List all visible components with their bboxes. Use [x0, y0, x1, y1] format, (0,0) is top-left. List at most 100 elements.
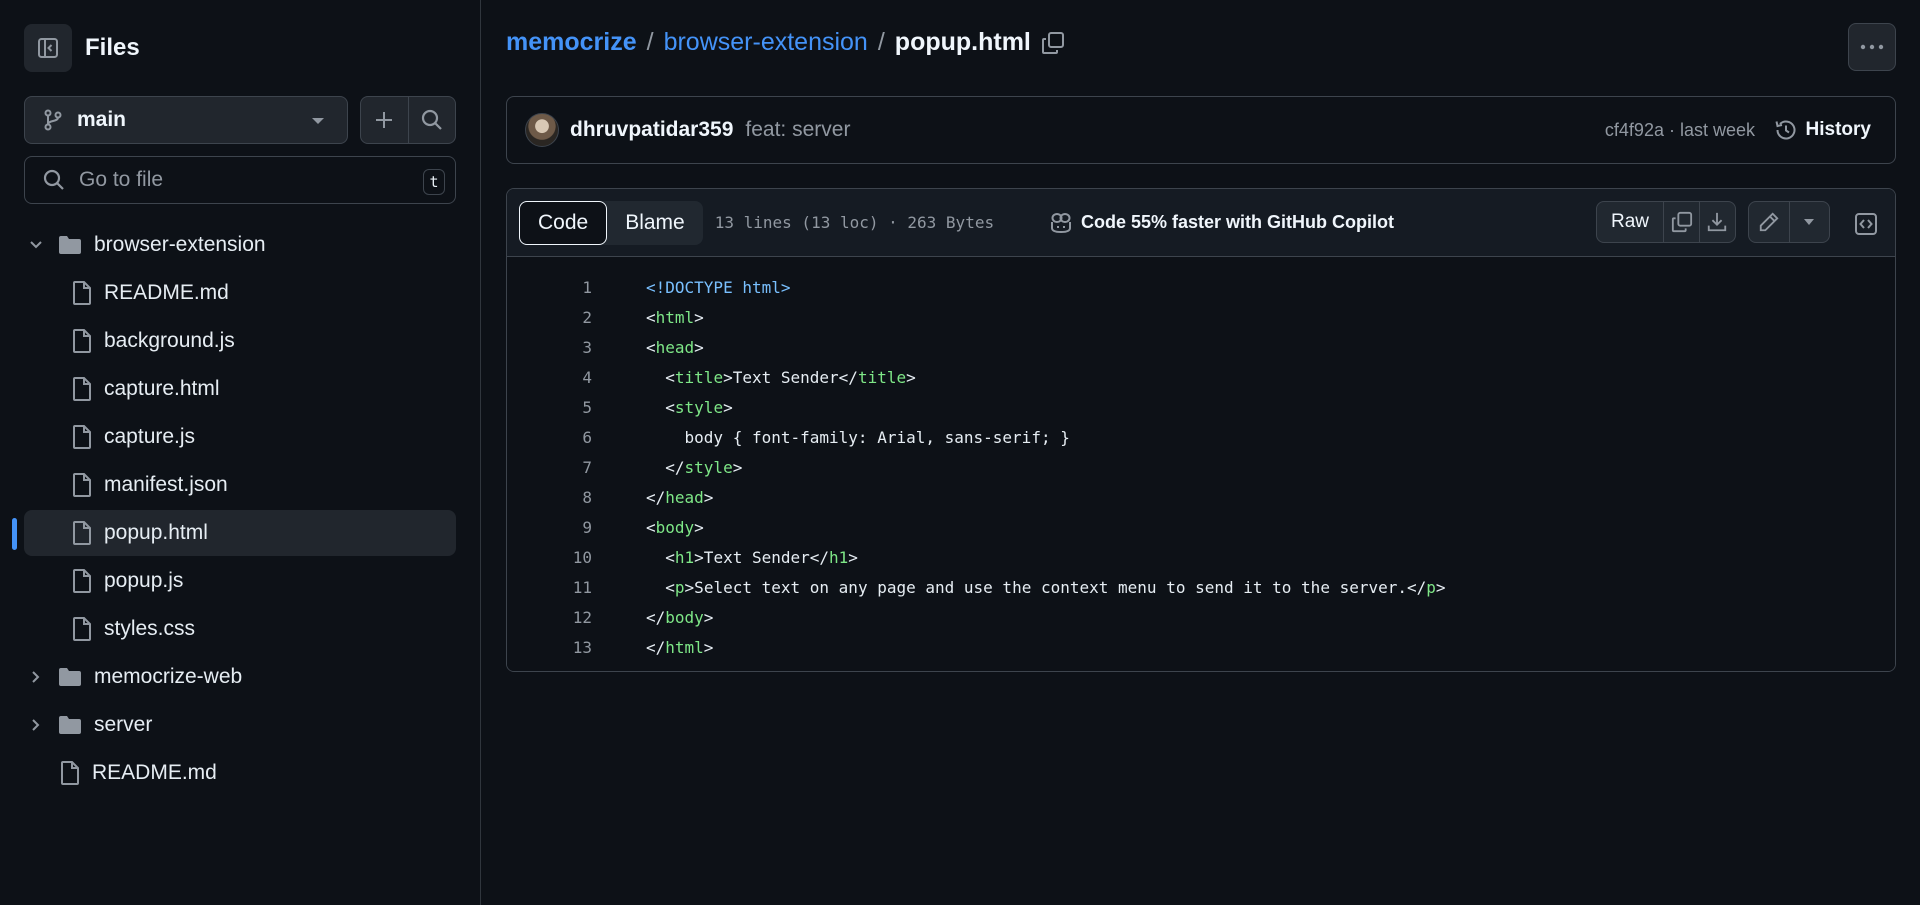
commit-hash-and-time[interactable]: cf4f92a · last week — [1605, 120, 1755, 141]
code-token: </ — [646, 607, 666, 627]
pencil-icon — [1759, 212, 1779, 232]
breadcrumb-repo-link[interactable]: browser-extension — [664, 28, 868, 57]
copilot-icon — [1051, 212, 1071, 233]
tree-item-root-readme[interactable]: README.md — [24, 750, 456, 796]
code-line: 5 <style> — [507, 392, 1895, 422]
line-number[interactable]: 8 — [507, 488, 592, 507]
file-icon — [73, 617, 91, 641]
tree-item-popup-html[interactable]: popup.html — [24, 510, 456, 556]
breadcrumb-owner-link[interactable]: memocrize — [506, 28, 637, 57]
copy-path-button[interactable] — [1041, 31, 1065, 55]
tree-item-manifest-json[interactable]: manifest.json — [24, 462, 456, 508]
line-number[interactable]: 11 — [507, 578, 592, 597]
symbols-panel-button[interactable] — [1848, 206, 1884, 242]
collapse-sidebar-button[interactable] — [24, 24, 72, 72]
tree-item-memocrize-web[interactable]: memocrize-web — [24, 654, 456, 700]
tree-item-browser-extension[interactable]: browser-extension — [24, 222, 456, 268]
code-line: 6 body { font-family: Arial, sans-serif;… — [507, 422, 1895, 452]
code-token: > — [694, 517, 704, 537]
edit-file-button[interactable] — [1749, 202, 1789, 242]
tree-item-label: popup.html — [104, 521, 208, 544]
commit-author-link[interactable]: dhruvpatidar359 — [570, 118, 733, 142]
tree-item-capture-js[interactable]: capture.js — [24, 414, 456, 460]
line-number[interactable]: 10 — [507, 548, 592, 567]
file-icon — [73, 521, 91, 545]
code-token: style — [674, 397, 724, 417]
code-token: > — [694, 307, 704, 327]
code-line: 10 <h1>Text Sender</h1> — [507, 542, 1895, 572]
code-token: > — [703, 487, 714, 507]
plus-icon — [376, 112, 393, 128]
edit-options-dropdown[interactable] — [1788, 202, 1829, 242]
tree-item-capture-html[interactable]: capture.html — [24, 366, 456, 412]
line-number[interactable]: 13 — [507, 638, 592, 657]
code-line: 7 </style> — [507, 452, 1895, 482]
raw-copy-download-group: Raw — [1596, 201, 1736, 243]
line-number[interactable]: 5 — [507, 398, 592, 417]
raw-label: Raw — [1611, 211, 1650, 232]
history-button[interactable]: History — [1774, 118, 1871, 142]
code-token: p — [1426, 577, 1436, 597]
line-number[interactable]: 9 — [507, 518, 592, 537]
latest-commit-bar: dhruvpatidar359 feat: server cf4f92a · l… — [506, 96, 1896, 164]
commit-message-link[interactable]: feat: server — [745, 118, 850, 142]
tab-code[interactable]: Code — [519, 200, 608, 245]
edit-group — [1748, 201, 1830, 243]
line-number[interactable]: 12 — [507, 608, 592, 627]
tree-item-server[interactable]: server — [24, 702, 456, 748]
code-blame-toggle: Code Blame — [519, 200, 703, 245]
line-number[interactable]: 7 — [507, 458, 592, 477]
code-token: head — [665, 487, 704, 507]
line-content: </body> — [646, 608, 713, 627]
copy-raw-button[interactable] — [1663, 202, 1699, 242]
code-token: > — [723, 397, 733, 417]
sidebar-collapse-icon — [38, 38, 58, 58]
line-content: </html> — [646, 638, 713, 657]
copy-icon — [1041, 31, 1064, 54]
chevron-down-icon — [24, 240, 48, 250]
copilot-promo-link[interactable]: Code 55% faster with GitHub Copilot — [1049, 212, 1394, 234]
search-icon — [43, 169, 64, 190]
code-token: < — [646, 547, 675, 567]
git-branch-icon — [44, 109, 62, 131]
tab-blame[interactable]: Blame — [607, 201, 703, 245]
avatar[interactable] — [525, 113, 559, 147]
raw-button[interactable]: Raw — [1597, 202, 1663, 242]
selected-indicator — [12, 518, 17, 550]
tree-item-popup-js[interactable]: popup.js — [24, 558, 456, 604]
file-tree-sidebar: Files main Go to file t browser-extensio… — [0, 0, 481, 905]
line-number[interactable]: 4 — [507, 368, 592, 387]
tree-item-label: capture.js — [104, 425, 196, 448]
code-token: p — [674, 577, 685, 597]
file-icon — [73, 473, 91, 497]
search-code-button[interactable] — [407, 97, 455, 143]
folder-icon — [59, 716, 81, 734]
history-label: History — [1805, 119, 1871, 140]
download-raw-button[interactable] — [1699, 202, 1735, 242]
line-content: <style> — [646, 397, 733, 417]
line-number[interactable]: 2 — [507, 308, 592, 327]
branch-selector[interactable]: main — [24, 96, 348, 144]
code-line: 13 </html> — [507, 632, 1895, 662]
file-icon — [73, 569, 91, 593]
tree-item-label: capture.html — [104, 377, 220, 400]
line-number[interactable]: 6 — [507, 428, 592, 447]
code-token: < — [646, 367, 675, 387]
line-number[interactable]: 1 — [507, 278, 592, 297]
code-token: body { font-family: Arial, sans-serif; } — [646, 427, 1070, 447]
tree-item-styles-css[interactable]: styles.css — [24, 606, 456, 652]
caret-down-icon — [312, 118, 324, 124]
keyboard-shortcut-hint: t — [423, 169, 445, 195]
tree-item-background-js[interactable]: background.js — [24, 318, 456, 364]
code-square-icon — [1855, 213, 1877, 235]
file-icon — [73, 281, 91, 305]
breadcrumb-separator: / — [877, 28, 885, 56]
more-options-button[interactable] — [1848, 23, 1896, 71]
tree-item-readme[interactable]: README.md — [24, 270, 456, 316]
line-content: <html> — [646, 308, 704, 327]
code-token: body — [655, 517, 695, 537]
line-number[interactable]: 3 — [507, 338, 592, 357]
code-token: h1 — [674, 547, 695, 567]
go-to-file-input[interactable]: Go to file t — [24, 156, 456, 204]
add-file-button[interactable] — [361, 97, 408, 143]
